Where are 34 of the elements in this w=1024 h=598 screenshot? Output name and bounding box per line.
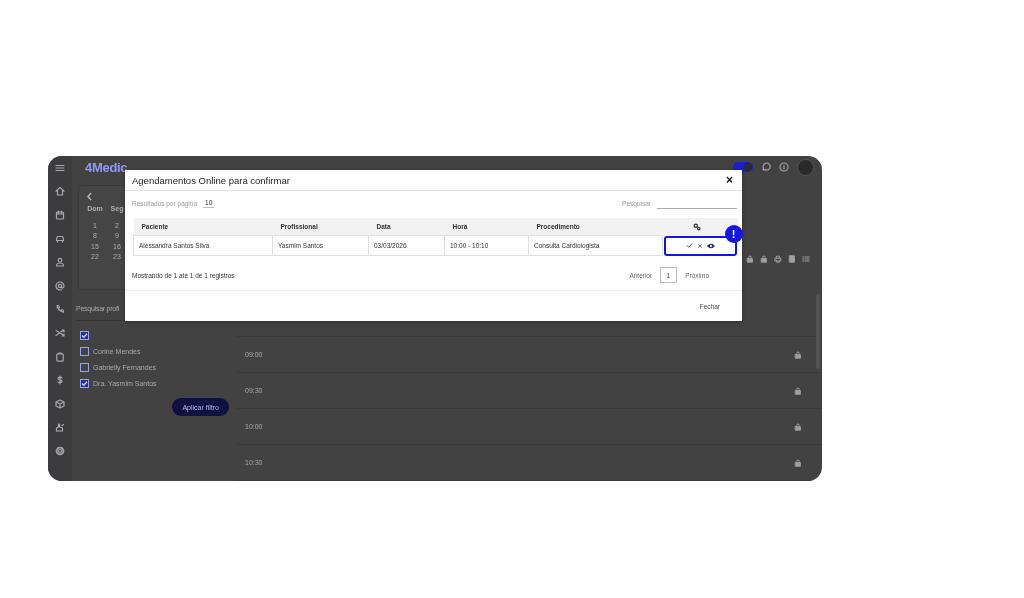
- document-icon[interactable]: [788, 254, 796, 263]
- logo: 4Medic: [85, 159, 128, 175]
- settings-icon[interactable]: [55, 445, 65, 456]
- check-icon[interactable]: [685, 242, 693, 249]
- calendar-icon[interactable]: [55, 210, 65, 220]
- lock-icon[interactable]: [794, 422, 802, 431]
- home-icon[interactable]: [55, 186, 65, 197]
- chevron-left-icon[interactable]: [86, 192, 93, 201]
- lock-icon[interactable]: [794, 458, 802, 467]
- close-button[interactable]: ×: [726, 174, 733, 186]
- person-icon[interactable]: [55, 257, 65, 268]
- lock-icon[interactable]: [760, 254, 768, 263]
- car-icon[interactable]: [55, 233, 65, 244]
- phone-icon[interactable]: [55, 304, 65, 315]
- at-sign-icon[interactable]: [55, 280, 65, 291]
- settings-icon[interactable]: [692, 222, 701, 231]
- modal-title: Agendamentos Online para confirmar: [132, 174, 290, 186]
- menu-icon[interactable]: [55, 162, 65, 173]
- eye-icon[interactable]: [706, 241, 715, 250]
- clipboard-icon[interactable]: [55, 351, 65, 362]
- lock-icon[interactable]: [794, 350, 802, 359]
- checkbox[interactable]: [80, 363, 89, 372]
- close-icon[interactable]: [696, 242, 703, 249]
- chat-icon[interactable]: [761, 162, 771, 172]
- checkbox[interactable]: [80, 379, 89, 388]
- lock-icon[interactable]: [794, 386, 802, 395]
- lock-icon[interactable]: [746, 254, 754, 263]
- box-icon[interactable]: [55, 398, 65, 409]
- info-icon[interactable]: [779, 162, 789, 172]
- printer-icon[interactable]: [774, 254, 782, 263]
- checkbox[interactable]: [80, 331, 89, 340]
- shuffle-icon[interactable]: [55, 327, 65, 338]
- checkbox[interactable]: [80, 347, 89, 356]
- dollar-icon[interactable]: [55, 375, 65, 386]
